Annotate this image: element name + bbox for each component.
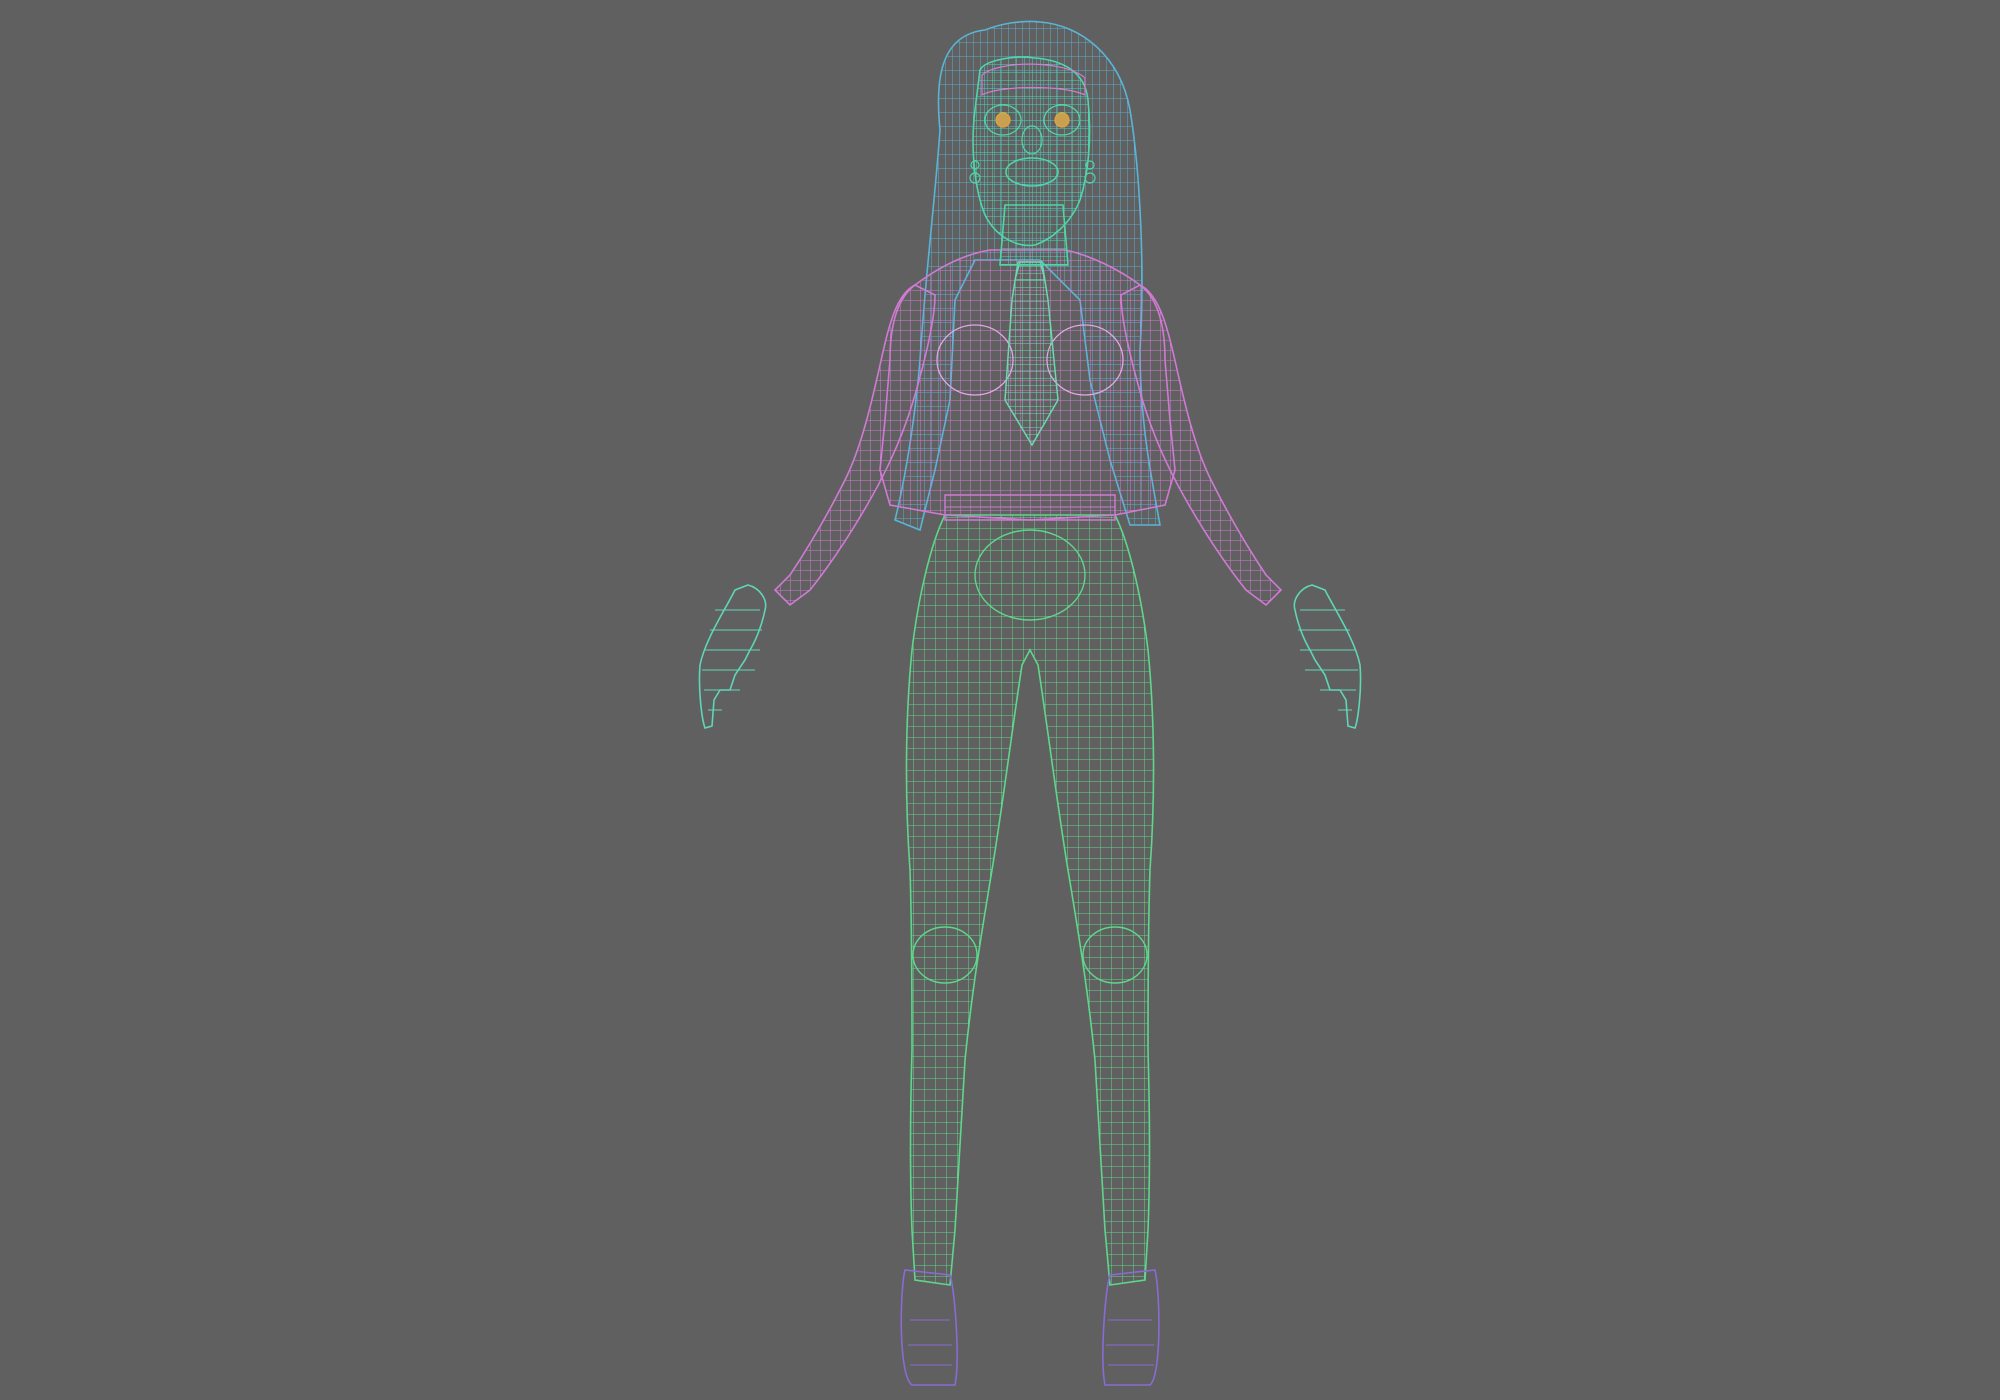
left-eye — [995, 112, 1011, 128]
right-eye — [1054, 112, 1070, 128]
shoes-mesh — [900, 1269, 1160, 1386]
3d-viewport[interactable] — [0, 0, 2000, 1400]
legs-mesh — [905, 514, 1155, 1286]
wireframe-character-model — [698, 20, 1362, 1386]
